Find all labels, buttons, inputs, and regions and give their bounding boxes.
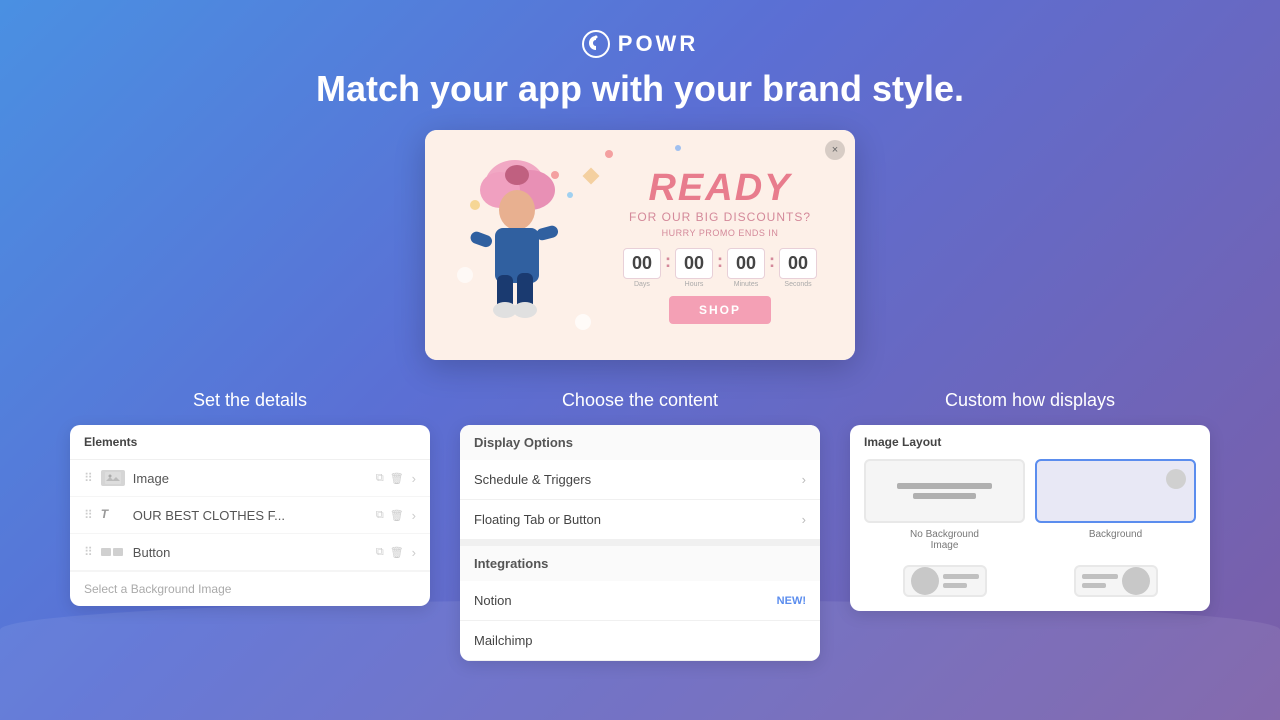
thumb2-bar-4 [1082, 583, 1106, 588]
floating-tab-label: Floating Tab or Button [474, 512, 601, 527]
new-badge: NEW! [777, 595, 806, 607]
integrations-header: Integrations [460, 540, 820, 581]
layout-panel: Image Layout No BackgroundImage [850, 425, 1210, 611]
display-panel: Display Options Schedule & Triggers › Fl… [460, 425, 820, 661]
left-heading: Set the details [193, 390, 307, 411]
right-panel-col: Custom how displays Image Layout No Back… [850, 390, 1210, 611]
count-sep-3: : [769, 251, 775, 272]
display-options-header: Display Options [460, 425, 820, 460]
delete-icon[interactable]: 🗑 [390, 472, 404, 485]
header: POWR Match your app with your brand styl… [316, 30, 964, 110]
thumb2-dot-left [911, 567, 939, 595]
element-label-image: Image [133, 471, 368, 486]
tagline: Match your app with your brand style. [316, 68, 964, 110]
count-hours: 00 Hours [675, 248, 713, 288]
layout-thumb-no-bg [864, 459, 1025, 523]
shop-button[interactable]: SHOP [669, 296, 771, 324]
layout-option-no-bg[interactable]: No BackgroundImage [864, 459, 1025, 551]
logo-text: POWR [618, 31, 698, 57]
layout-options-row2 [850, 565, 1210, 611]
drag-handle-icon: ⠿ [84, 508, 93, 522]
element-label-button: Button [133, 545, 368, 560]
panels-container: Set the details Elements ⠿ Image ⧉ 🗑 › [70, 390, 1210, 661]
character-svg [445, 145, 595, 345]
countdown: 00 Days : 00 Hours : 00 Minutes : [605, 248, 835, 288]
element-actions: ⧉ 🗑 [376, 546, 404, 559]
element-label-text: OUR BEST CLOTHES F... [133, 508, 368, 523]
schedule-triggers-row[interactable]: Schedule & Triggers › [460, 460, 820, 500]
element-actions: ⧉ 🗑 [376, 472, 404, 485]
preview-illustration [445, 145, 595, 345]
preview-inner: READY FOR OUR BIG DISCOUNTS? HURRY PROMO… [425, 130, 855, 360]
center-heading: Choose the content [562, 390, 718, 411]
discount-text: FOR OUR BIG DISCOUNTS? [605, 210, 835, 224]
layout-options-row1: No BackgroundImage Background [850, 459, 1210, 565]
thumb2-bar-1 [943, 574, 979, 579]
expand-icon[interactable]: › [412, 471, 416, 486]
chevron-right-icon: › [802, 512, 806, 527]
drag-handle-icon: ⠿ [84, 471, 93, 485]
expand-icon[interactable]: › [412, 545, 416, 560]
copy-icon[interactable]: ⧉ [376, 472, 384, 485]
count-sep-2: : [717, 251, 723, 272]
layout-thumb-left [903, 565, 987, 597]
notion-row: Notion NEW! [460, 581, 820, 621]
count-sep-1: : [665, 251, 671, 272]
close-button[interactable]: × [825, 140, 845, 160]
mailchimp-row: Mailchimp [460, 621, 820, 661]
floating-tab-row[interactable]: Floating Tab or Button › [460, 500, 820, 540]
elements-panel: Elements ⠿ Image ⧉ 🗑 › ⠿ [70, 425, 430, 606]
preview-card: READY FOR OUR BIG DISCOUNTS? HURRY PROMO… [425, 130, 855, 360]
deco-shape-4 [675, 145, 681, 151]
mailchimp-label: Mailchimp [474, 633, 533, 648]
bg-image-row[interactable]: Select a Background Image [70, 571, 430, 606]
list-item: ⠿ T OUR BEST CLOTHES F... ⧉ 🗑 › [70, 497, 430, 534]
image-icon [101, 470, 125, 486]
text-icon: T [101, 507, 125, 523]
count-days: 00 Days [623, 248, 661, 288]
button-icon [101, 544, 125, 560]
element-actions: ⧉ 🗑 [376, 509, 404, 522]
expand-icon[interactable]: › [412, 508, 416, 523]
drag-handle-icon: ⠿ [84, 545, 93, 559]
thumb-bar-1 [897, 483, 991, 489]
thumb2-bar-2 [943, 583, 967, 588]
layout-option-bg[interactable]: Background [1035, 459, 1196, 551]
copy-icon[interactable]: ⧉ [376, 509, 384, 522]
count-seconds: 00 Seconds [779, 248, 817, 288]
thumb2-lines-left [943, 574, 979, 588]
right-heading: Custom how displays [945, 390, 1115, 411]
powr-logo-icon [582, 30, 610, 58]
elements-header: Elements [70, 425, 430, 460]
thumb2-lines-right [1082, 574, 1118, 588]
center-panel-col: Choose the content Display Options Sched… [460, 390, 820, 661]
count-minutes: 00 Minutes [727, 248, 765, 288]
image-layout-header: Image Layout [850, 425, 1210, 459]
list-item: ⠿ Image ⧉ 🗑 › [70, 460, 430, 497]
thumb-bar-2 [913, 493, 976, 499]
notion-label: Notion [474, 593, 512, 608]
logo-row: POWR [582, 30, 698, 58]
promo-text: HURRY PROMO ENDS IN [605, 228, 835, 238]
thumb2-bar-3 [1082, 574, 1118, 579]
list-item: ⠿ Button ⧉ 🗑 › [70, 534, 430, 571]
left-panel-col: Set the details Elements ⠿ Image ⧉ 🗑 › [70, 390, 430, 606]
preview-content: READY FOR OUR BIG DISCOUNTS? HURRY PROMO… [595, 167, 835, 324]
layout-thumb-right [1074, 565, 1158, 597]
layout-label-bg: Background [1089, 529, 1142, 540]
layout-thumb-bg [1035, 459, 1196, 523]
layout-option-right[interactable] [1035, 565, 1196, 597]
schedule-triggers-label: Schedule & Triggers [474, 472, 591, 487]
layout-option-left[interactable] [864, 565, 1025, 597]
thumb-dot [1166, 469, 1186, 489]
page-wrapper: POWR Match your app with your brand styl… [0, 0, 1280, 661]
delete-icon[interactable]: 🗑 [390, 509, 404, 522]
layout-label-no-bg: No BackgroundImage [910, 529, 979, 551]
copy-icon[interactable]: ⧉ [376, 546, 384, 559]
deco-shape-1 [605, 150, 613, 158]
thumb2-dot-right [1122, 567, 1150, 595]
ready-text: READY [605, 167, 835, 210]
delete-icon[interactable]: 🗑 [390, 546, 404, 559]
chevron-right-icon: › [802, 472, 806, 487]
